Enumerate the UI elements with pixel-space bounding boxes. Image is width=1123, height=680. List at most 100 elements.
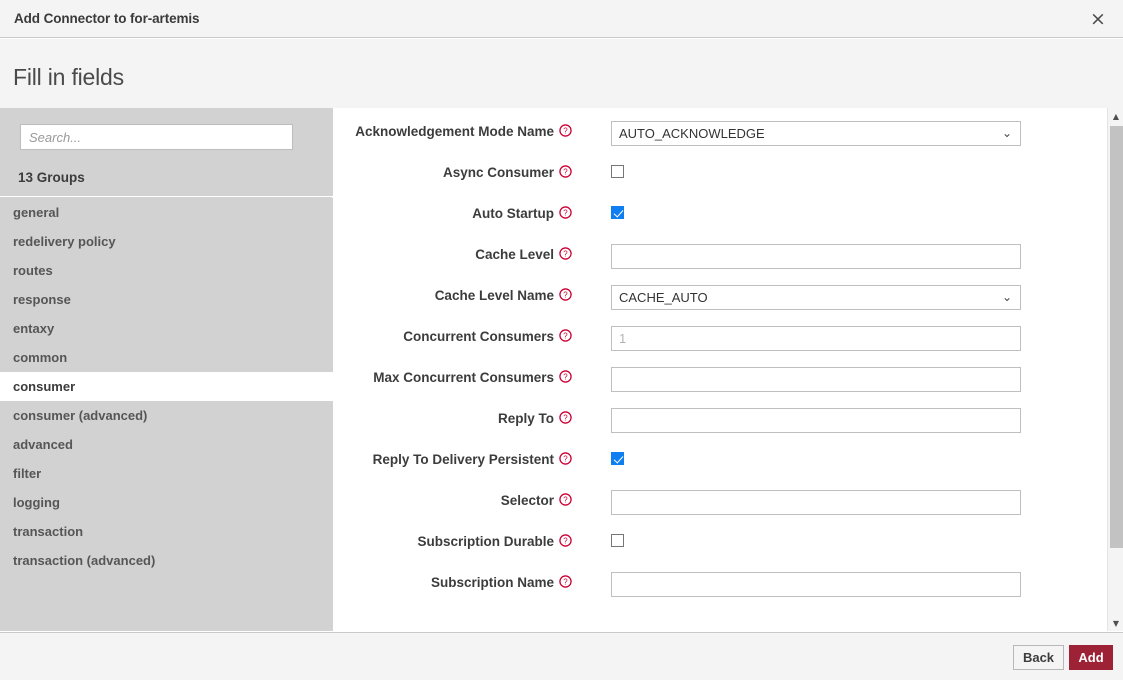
search-input[interactable] — [20, 124, 293, 150]
groups-count-label: 13 Groups — [18, 170, 85, 185]
cache-level-name-select-wrapper: CACHE_AUTO⌄ — [611, 285, 1021, 310]
sidebar-item-advanced[interactable]: advanced — [0, 430, 333, 459]
field-label: Subscription Name — [431, 575, 554, 590]
field-control-cell — [572, 200, 624, 224]
form-row-subscription-name: Subscription Name? — [334, 569, 1096, 610]
field-control-cell — [572, 487, 1021, 515]
sidebar-item-label: transaction — [13, 524, 83, 539]
acknowledgement-mode-name-select[interactable]: AUTO_ACKNOWLEDGE — [611, 121, 1021, 146]
reply-to-delivery-persistent-checkbox[interactable] — [611, 452, 624, 465]
field-control-cell — [572, 405, 1021, 433]
help-circle-icon[interactable]: ? — [559, 247, 572, 260]
svg-text:?: ? — [563, 250, 568, 259]
sidebar-item-logging[interactable]: logging — [0, 488, 333, 517]
field-label-cell: Selector? — [334, 487, 572, 510]
vertical-scrollbar[interactable]: ▲ ▼ — [1107, 108, 1123, 631]
help-circle-icon[interactable]: ? — [559, 165, 572, 178]
help-circle-icon[interactable]: ? — [559, 288, 572, 301]
sidebar-item-label: filter — [13, 466, 41, 481]
fields-form-panel: Acknowledgement Mode Name?AUTO_ACKNOWLED… — [334, 108, 1096, 631]
field-label-cell: Reply To Delivery Persistent? — [334, 446, 572, 469]
auto-startup-checkbox[interactable] — [611, 206, 624, 219]
dialog-title: Add Connector to for-artemis — [14, 11, 199, 26]
field-control-cell: CACHE_AUTO⌄ — [572, 282, 1021, 310]
sidebar-item-label: consumer (advanced) — [13, 408, 147, 423]
field-control-cell: AUTO_ACKNOWLEDGE⌄ — [572, 118, 1021, 146]
sidebar-item-label: response — [13, 292, 71, 307]
sidebar-item-routes[interactable]: routes — [0, 256, 333, 285]
scroll-down-arrow-icon[interactable]: ▼ — [1108, 615, 1123, 631]
sidebar-item-response[interactable]: response — [0, 285, 333, 314]
field-control-cell — [572, 569, 1021, 597]
sidebar-item-redelivery-policy[interactable]: redelivery policy — [0, 227, 333, 256]
field-label-cell: Cache Level? — [334, 241, 572, 264]
help-circle-icon[interactable]: ? — [559, 534, 572, 547]
svg-text:?: ? — [563, 168, 568, 177]
selector-input[interactable] — [611, 490, 1021, 515]
group-list: general redelivery policy routes response en… — [0, 198, 333, 631]
svg-text:?: ? — [563, 578, 568, 587]
form-row-reply-to: Reply To? — [334, 405, 1096, 446]
subscription-durable-checkbox[interactable] — [611, 534, 624, 547]
sidebar-item-label: common — [13, 350, 67, 365]
sidebar-item-consumer[interactable]: consumer — [0, 372, 333, 401]
cache-level-name-select[interactable]: CACHE_AUTO — [611, 285, 1021, 310]
help-circle-icon[interactable]: ? — [559, 206, 572, 219]
sidebar-item-common[interactable]: common — [0, 343, 333, 372]
svg-text:?: ? — [563, 127, 568, 136]
sidebar-item-transaction-advanced[interactable]: transaction (advanced) — [0, 546, 333, 575]
sidebar-item-consumer-advanced[interactable]: consumer (advanced) — [0, 401, 333, 430]
sidebar-item-label: routes — [13, 263, 53, 278]
form-row-subscription-durable: Subscription Durable? — [334, 528, 1096, 569]
scrollbar-thumb[interactable] — [1110, 126, 1123, 548]
sidebar-item-label: general — [13, 205, 59, 220]
svg-text:?: ? — [563, 209, 568, 218]
form-row-cache-level-name: Cache Level Name? CACHE_AUTO⌄ — [334, 282, 1096, 323]
help-circle-icon[interactable]: ? — [559, 370, 572, 383]
help-circle-icon[interactable]: ? — [559, 411, 572, 424]
sidebar-item-label: entaxy — [13, 321, 54, 336]
sidebar-item-label: advanced — [13, 437, 73, 452]
add-connector-dialog: Add Connector to for-artemis × Fill in f… — [0, 0, 1123, 680]
field-label-cell: Cache Level Name? — [334, 282, 572, 305]
field-label-cell: Concurrent Consumers? — [334, 323, 572, 346]
svg-text:?: ? — [563, 373, 568, 382]
form-row-concurrent-consumers: Concurrent Consumers? — [334, 323, 1096, 364]
dialog-body: 13 Groups general redelivery policy routes… — [0, 108, 1123, 631]
svg-text:?: ? — [563, 414, 568, 423]
scroll-up-arrow-icon[interactable]: ▲ — [1108, 108, 1123, 124]
field-label: Auto Startup — [472, 206, 554, 221]
sidebar-item-label: redelivery policy — [13, 234, 116, 249]
help-circle-icon[interactable]: ? — [559, 493, 572, 506]
max-concurrent-consumers-input[interactable] — [611, 367, 1021, 392]
field-label-cell: Max Concurrent Consumers? — [334, 364, 572, 387]
concurrent-consumers-input[interactable] — [611, 326, 1021, 351]
help-circle-icon[interactable]: ? — [559, 452, 572, 465]
sidebar-item-transaction[interactable]: transaction — [0, 517, 333, 546]
close-icon[interactable]: × — [1081, 3, 1115, 35]
field-label-cell: Subscription Durable? — [334, 528, 572, 551]
field-control-cell — [572, 159, 624, 183]
help-circle-icon[interactable]: ? — [559, 329, 572, 342]
field-label: Reply To — [498, 411, 554, 426]
sidebar-item-entaxy[interactable]: entaxy — [0, 314, 333, 343]
field-label: Subscription Durable — [417, 534, 554, 549]
field-label-cell: Acknowledgement Mode Name? — [334, 118, 572, 141]
field-label-cell: Async Consumer? — [334, 159, 572, 182]
field-label-cell: Subscription Name? — [334, 569, 572, 592]
add-button[interactable]: Add — [1069, 645, 1113, 670]
svg-text:?: ? — [563, 496, 568, 505]
back-button[interactable]: Back — [1013, 645, 1064, 670]
sidebar-item-filter[interactable]: filter — [0, 459, 333, 488]
sidebar-item-general[interactable]: general — [0, 198, 333, 227]
field-control-cell — [572, 528, 624, 552]
help-circle-icon[interactable]: ? — [559, 124, 572, 137]
async-consumer-checkbox[interactable] — [611, 165, 624, 178]
sidebar-header: 13 Groups — [0, 108, 333, 197]
help-circle-icon[interactable]: ? — [559, 575, 572, 588]
page-title: Fill in fields — [13, 64, 124, 91]
field-label: Selector — [501, 493, 554, 508]
cache-level-input[interactable] — [611, 244, 1021, 269]
reply-to-input[interactable] — [611, 408, 1021, 433]
subscription-name-input[interactable] — [611, 572, 1021, 597]
